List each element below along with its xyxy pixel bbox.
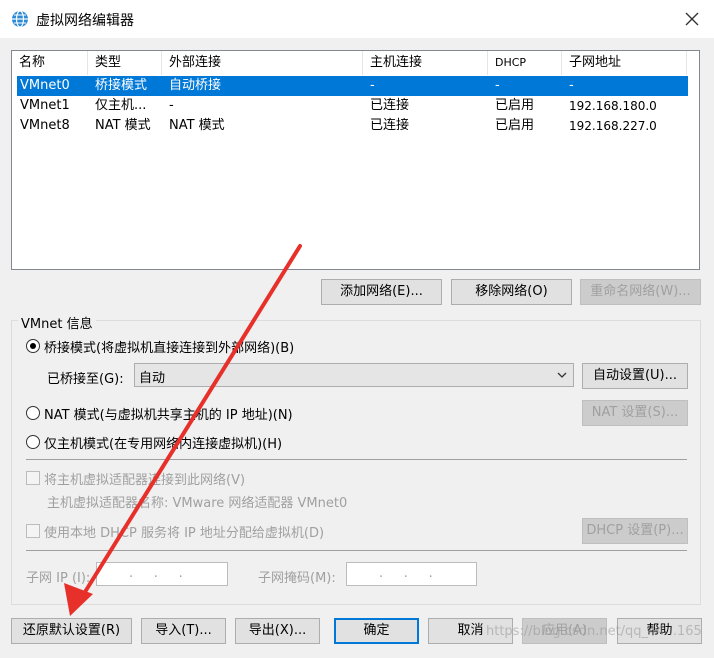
cell-subnet: 192.168.227.0: [569, 119, 657, 133]
nat-radio[interactable]: [26, 406, 40, 420]
watermark-text: https://blog.csdn.net/qq_44...165: [486, 624, 702, 639]
close-button[interactable]: [676, 4, 708, 34]
import-button[interactable]: 导入(T)...: [141, 618, 226, 644]
connect-adapter-label[interactable]: 将主机虚拟适配器连接到此网络(V): [44, 469, 245, 488]
vmnet-info-label: VMnet 信息: [18, 313, 96, 332]
column-header-dhcp[interactable]: DHCP: [488, 51, 562, 75]
nat-settings-button[interactable]: NAT 设置(S)...: [582, 400, 688, 426]
cell-dhcp: 已启用: [495, 118, 535, 133]
column-header-name[interactable]: 名称: [12, 51, 88, 75]
table-row[interactable]: VMnet1 仅主机... - 已连接 已启用 192.168.180.0: [17, 96, 688, 116]
connect-adapter-checkbox[interactable]: [26, 471, 40, 485]
column-header-subnet[interactable]: 子网地址: [562, 51, 687, 75]
adapter-name-label: 主机虚拟适配器名称: VMware 网络适配器 VMnet0: [47, 496, 348, 511]
dhcp-checkbox[interactable]: [26, 524, 40, 538]
ok-button[interactable]: 确定: [334, 618, 419, 644]
cell-host: 已连接: [370, 98, 410, 113]
host-only-radio-label[interactable]: 仅主机模式(在专用网络内连接虚拟机)(H): [44, 433, 282, 452]
cell-host: 已连接: [370, 118, 410, 133]
dhcp-label[interactable]: 使用本地 DHCP 服务将 IP 地址分配给虚拟机(D): [44, 522, 324, 541]
table-row[interactable]: VMnet8 NAT 模式 NAT 模式 已连接 已启用 192.168.227…: [17, 116, 688, 136]
bridged-radio[interactable]: [26, 339, 40, 353]
host-only-radio[interactable]: [26, 435, 40, 449]
divider: [26, 550, 687, 551]
cell-name: VMnet0: [20, 78, 70, 93]
subnet-ip-value: . . .: [129, 566, 183, 581]
column-header-type[interactable]: 类型: [88, 51, 162, 75]
cell-subnet: -: [569, 78, 574, 93]
cell-name: VMnet8: [20, 118, 70, 133]
close-icon: [685, 12, 699, 26]
auto-settings-button[interactable]: 自动设置(U)...: [582, 363, 688, 389]
nat-radio-label[interactable]: NAT 模式(与虚拟机共享主机的 IP 地址)(N): [44, 404, 293, 423]
dhcp-settings-button[interactable]: DHCP 设置(P)...: [582, 518, 688, 544]
subnet-mask-field[interactable]: . . .: [346, 562, 477, 586]
export-button[interactable]: 导出(X)...: [235, 618, 320, 644]
cell-external: NAT 模式: [169, 118, 225, 133]
cell-type: NAT 模式: [95, 118, 151, 133]
column-header-external[interactable]: 外部连接: [162, 51, 363, 75]
chevron-down-icon: [557, 372, 567, 378]
cell-dhcp: -: [495, 78, 500, 93]
subnet-mask-label: 子网掩码(M):: [258, 571, 336, 586]
cell-host: -: [370, 78, 375, 93]
divider: [26, 459, 687, 460]
network-list[interactable]: 名称 类型 外部连接 主机连接 DHCP 子网地址 VMnet0 桥接模式 自动…: [11, 50, 700, 270]
cell-name: VMnet1: [20, 98, 70, 113]
window-title: 虚拟网络编辑器: [36, 13, 134, 29]
cell-external: 自动桥接: [169, 78, 222, 93]
rename-network-button[interactable]: 重命名网络(W)...: [580, 279, 701, 305]
globe-icon: [10, 9, 30, 29]
subnet-mask-value: . . .: [379, 566, 433, 581]
remove-network-button[interactable]: 移除网络(O): [451, 279, 572, 305]
bridged-to-select[interactable]: 自动: [134, 363, 574, 387]
add-network-button[interactable]: 添加网络(E)...: [321, 279, 442, 305]
bridged-radio-label[interactable]: 桥接模式(将虚拟机直接连接到外部网络)(B): [44, 337, 294, 356]
restore-defaults-button[interactable]: 还原默认设置(R): [11, 618, 132, 644]
cell-external: -: [169, 98, 174, 113]
column-header-host[interactable]: 主机连接: [363, 51, 488, 75]
cell-subnet: 192.168.180.0: [569, 99, 657, 113]
subnet-ip-label: 子网 IP (I):: [26, 571, 91, 586]
cell-type: 仅主机...: [95, 98, 147, 113]
table-row[interactable]: VMnet0 桥接模式 自动桥接 - - -: [17, 76, 688, 96]
cell-dhcp: 已启用: [495, 98, 535, 113]
subnet-ip-field[interactable]: . . .: [96, 562, 228, 586]
bridged-to-label: 已桥接至(G):: [47, 372, 124, 387]
cell-type: 桥接模式: [95, 78, 148, 93]
bridged-to-value: 自动: [139, 371, 166, 386]
